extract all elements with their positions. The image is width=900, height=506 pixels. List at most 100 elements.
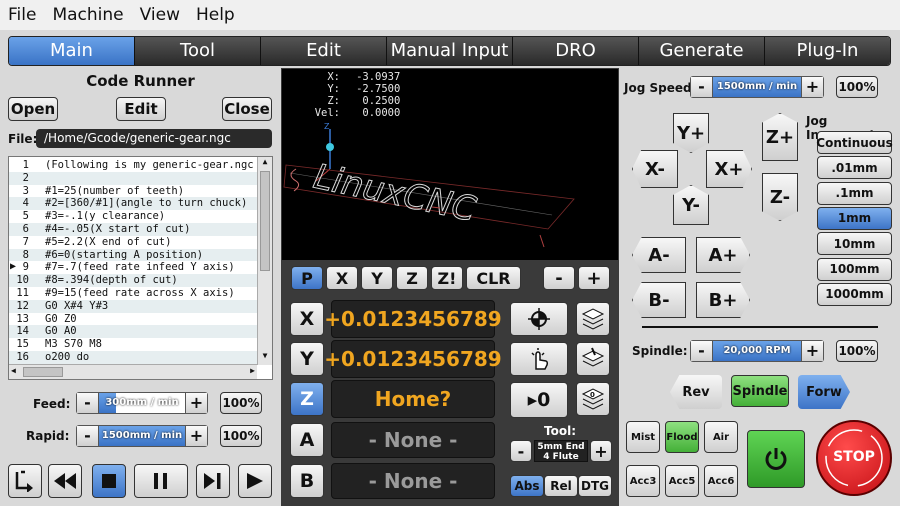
stop-program-button[interactable] (92, 464, 126, 498)
jog-increment-option[interactable]: Continuous (816, 131, 893, 154)
mode-abs-button[interactable]: Abs (510, 475, 544, 497)
pause-button[interactable] (134, 464, 188, 498)
tab-edit[interactable]: Edit (261, 37, 387, 65)
jog-y-plus-button[interactable]: Y+ (673, 113, 709, 153)
jog-increment-option[interactable]: 10mm (817, 232, 892, 256)
jog-speed-decrease-button[interactable]: - (691, 77, 713, 97)
jog-x-plus-button[interactable]: X+ (706, 150, 752, 188)
spindle-increase-button[interactable]: + (801, 341, 823, 361)
code-line[interactable]: 14 G0 A0 (9, 325, 257, 339)
file-path-field[interactable]: /Home/Gcode/generic-gear.ngc (36, 129, 272, 148)
jog-increment-option[interactable]: .01mm (817, 156, 892, 180)
machine-power-button[interactable] (747, 430, 805, 488)
jog-y-minus-button[interactable]: Y- (673, 185, 709, 225)
jog-increment-option[interactable]: 1000mm (817, 282, 892, 306)
code-line[interactable]: 15 M3 S70 M8 (9, 338, 257, 351)
menu-machine[interactable]: Machine (44, 5, 131, 25)
spindle-forward-button[interactable]: Forw (798, 375, 850, 409)
scroll-thumb[interactable] (260, 171, 270, 271)
zoom-in-button[interactable]: + (578, 266, 610, 290)
flood-button[interactable]: Flood (665, 421, 699, 453)
mode-rel-button[interactable]: Rel (544, 475, 578, 497)
rapid-slider[interactable]: - 1500mm / min + (76, 425, 208, 447)
tool-table-button[interactable] (576, 302, 610, 336)
view-x-button[interactable]: X (326, 266, 358, 290)
menu-file[interactable]: File (0, 5, 44, 25)
tab-main[interactable]: Main (9, 37, 135, 65)
tool-prev-button[interactable]: - (510, 440, 532, 462)
axis-b-button[interactable]: B (290, 464, 324, 498)
jog-a-plus-button[interactable]: A+ (696, 237, 750, 273)
jog-speed-increase-button[interactable]: + (801, 77, 823, 97)
gcode-listing[interactable]: 1 (Following is my generic-gear.ngc 2 3 #1=2… (8, 156, 273, 380)
tab-dro[interactable]: DRO (513, 37, 639, 65)
scroll-up-icon[interactable]: ▲ (258, 157, 272, 171)
acc5-button[interactable]: Acc5 (665, 465, 699, 497)
spindle-slider[interactable]: - 20,000 RPM + (690, 340, 824, 362)
code-line[interactable]: 6 #4=-.05(X start of cut) (9, 222, 257, 236)
code-line[interactable]: 11 #9=15(feed rate across X axis) (9, 287, 257, 300)
zero-all-button[interactable]: 0 (576, 382, 610, 416)
scroll-left-icon[interactable]: ◀ (11, 366, 16, 375)
tab-tool[interactable]: Tool (135, 37, 261, 65)
clear-preview-button[interactable]: CLR (466, 266, 521, 290)
mode-dtg-button[interactable]: DTG (578, 475, 612, 497)
scroll-right-icon[interactable]: ▶ (250, 366, 255, 375)
open-button[interactable]: Open (8, 97, 58, 121)
jog-b-plus-button[interactable]: B+ (696, 282, 750, 318)
rapid-decrease-button[interactable]: - (77, 426, 99, 446)
hscroll-thumb[interactable] (23, 367, 63, 377)
jog-a-minus-button[interactable]: A- (632, 237, 686, 273)
code-line[interactable]: 7 #5=2.2(X end of cut) (9, 236, 257, 249)
acc3-button[interactable]: Acc3 (626, 465, 660, 497)
view-z-button[interactable]: Z (396, 266, 428, 290)
code-line[interactable]: 5 #3=-.1(y clearance) (9, 210, 257, 223)
acc6-button[interactable]: Acc6 (704, 465, 738, 497)
axis-z-button[interactable]: Z (290, 382, 324, 416)
jog-speed-slider[interactable]: - 1500mm / min + (690, 76, 824, 98)
feed-slider[interactable]: - 300mm / min + (76, 392, 208, 414)
jog-b-minus-button[interactable]: B- (632, 282, 686, 318)
toolpath-preview[interactable]: X: -3.0937 Y: -2.7500 Z: 0.2500 Vel: 0.0… (282, 69, 618, 260)
rapid-increase-button[interactable]: + (185, 426, 207, 446)
code-line[interactable]: 16 o200 do (9, 350, 257, 364)
code-line[interactable]: 12 G0 X#4 Y#3 (9, 299, 257, 313)
estop-button[interactable]: STOP (816, 420, 892, 496)
jog-increment-option[interactable]: 100mm (817, 257, 892, 281)
code-line[interactable]: 13 G0 Z0 (9, 313, 257, 326)
menu-help[interactable]: Help (188, 5, 243, 25)
mist-button[interactable]: Mist (626, 421, 660, 453)
rapid-reset-button[interactable]: 100% (220, 425, 262, 447)
jog-increment-option[interactable]: 1mm (817, 206, 892, 230)
touch-off-button[interactable] (510, 302, 568, 336)
scroll-down-icon[interactable]: ▼ (258, 351, 272, 365)
code-line[interactable]: 3 #1=25(number of teeth) (9, 185, 257, 198)
view-p-button[interactable]: P (291, 266, 323, 290)
code-line[interactable]: 9 ▶ #7=.7(feed rate infeed Y axis) (9, 261, 257, 274)
spindle-reverse-button[interactable]: Rev (670, 375, 722, 409)
tool-next-button[interactable]: + (590, 440, 612, 462)
feed-reset-button[interactable]: 100% (220, 392, 262, 414)
jog-speed-reset-button[interactable]: 100% (836, 76, 878, 98)
zero-axis-button[interactable]: ▸0 (510, 382, 568, 418)
jog-z-plus-button[interactable]: Z+ (762, 113, 798, 161)
view-z2-button[interactable]: Z! (431, 266, 463, 290)
axis-x-button[interactable]: X (290, 302, 324, 336)
feed-increase-button[interactable]: + (185, 393, 207, 413)
edit-button[interactable]: Edit (116, 97, 166, 121)
code-line[interactable]: 4 #2=[360/#1](angle to turn chuck) (9, 197, 257, 211)
touch-probe-button[interactable] (510, 342, 568, 376)
skip-next-button[interactable] (196, 464, 230, 498)
jog-increment-option[interactable]: .1mm (817, 181, 892, 205)
code-hscrollbar[interactable]: ◀ ▶ (9, 364, 257, 379)
code-line[interactable]: 2 (9, 171, 257, 185)
tab-plugin[interactable]: Plug-In (765, 37, 890, 65)
feed-decrease-button[interactable]: - (77, 393, 99, 413)
view-y-button[interactable]: Y (361, 266, 393, 290)
run-button[interactable] (238, 464, 272, 498)
close-button[interactable]: Close (222, 97, 272, 121)
air-button[interactable]: Air (704, 421, 738, 453)
zoom-out-button[interactable]: - (543, 266, 575, 290)
tab-generate[interactable]: Generate (639, 37, 765, 65)
step-button[interactable] (8, 464, 42, 498)
